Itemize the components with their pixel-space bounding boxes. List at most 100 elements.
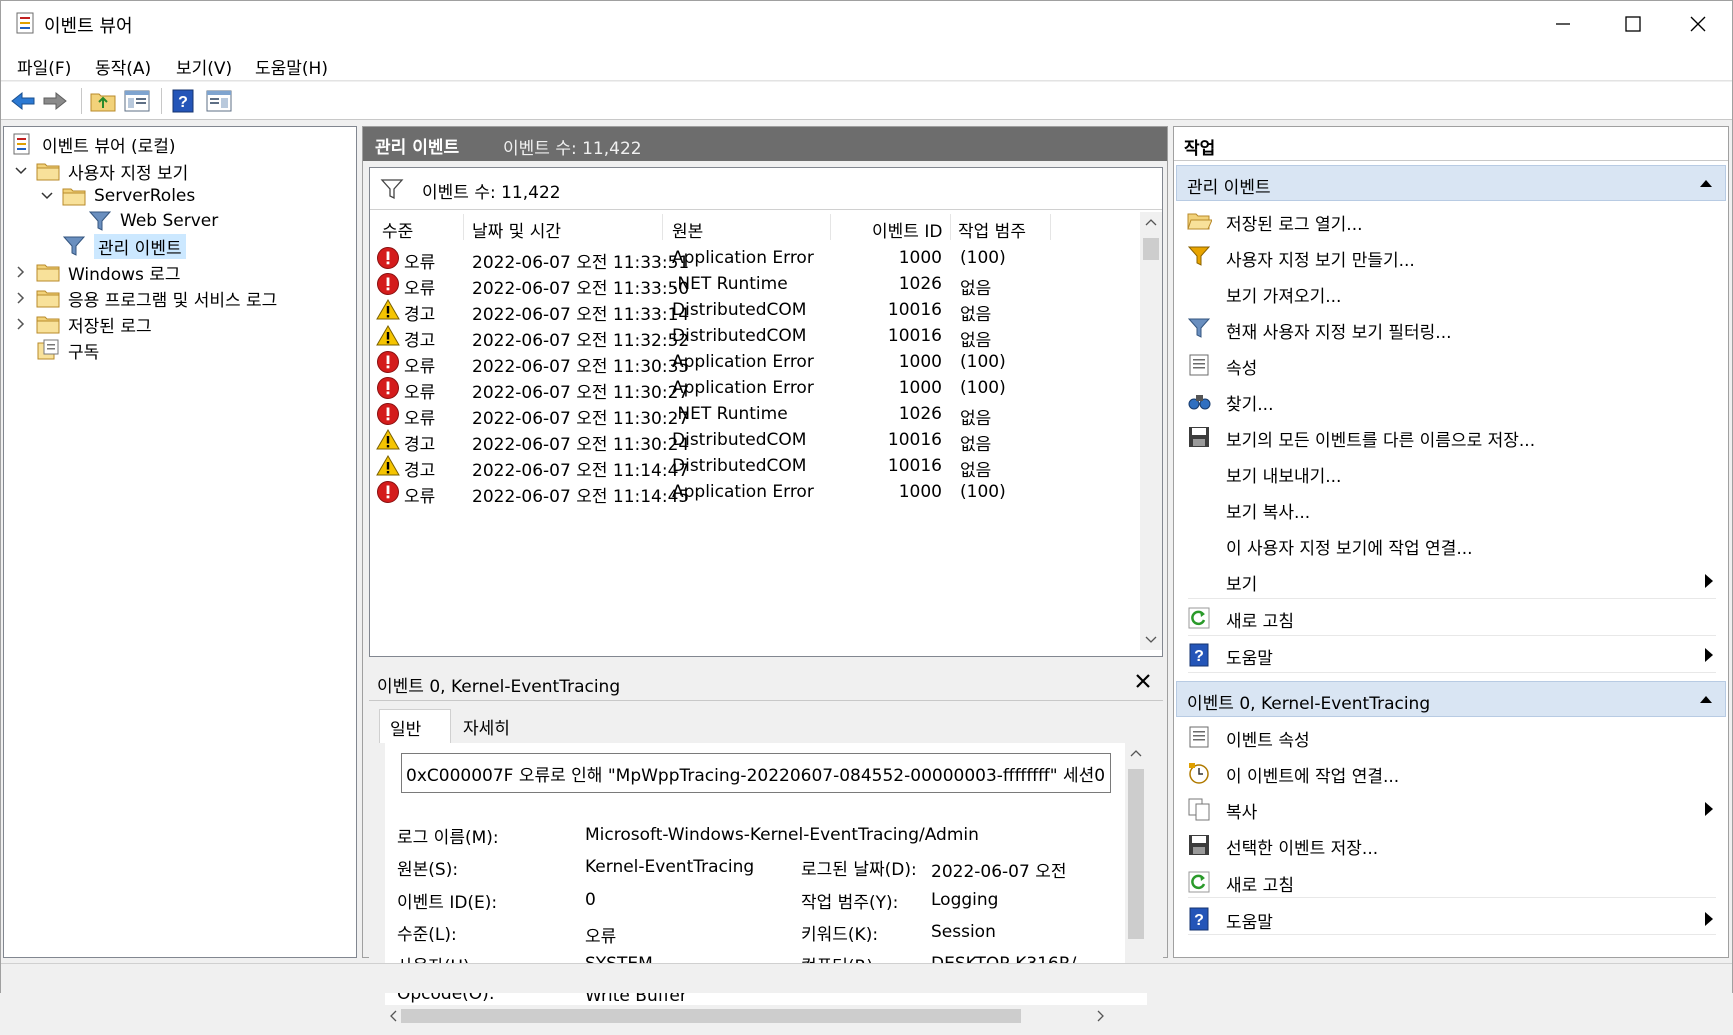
scroll-thumb[interactable] bbox=[401, 1009, 1021, 1023]
tree-item-app-logs[interactable]: 응용 프로그램 및 서비스 로그 bbox=[12, 285, 277, 311]
scroll-up-icon[interactable] bbox=[1130, 749, 1142, 757]
column-header-datetime[interactable]: 날짜 및 시간 bbox=[472, 217, 561, 242]
action-refresh-event[interactable]: 새로 고침 bbox=[1176, 864, 1726, 900]
table-row[interactable]: 오류 2022-06-07 오전 11:30:27 .NET Runtime 1026… bbox=[370, 400, 1140, 429]
event-list-vertical-scrollbar[interactable] bbox=[1140, 212, 1162, 650]
cell-event-id: 1000 bbox=[898, 482, 942, 502]
maximize-icon bbox=[1625, 16, 1641, 32]
action-label: 새로 고침 bbox=[1226, 612, 1294, 632]
table-row[interactable]: 경고 2022-06-07 오전 11:30:24 DistributedCOM 10… bbox=[370, 426, 1140, 455]
close-button[interactable] bbox=[1663, 1, 1733, 47]
table-row[interactable]: 오류 2022-06-07 오전 11:30:27 Application Erro… bbox=[370, 374, 1140, 403]
table-row[interactable]: 오류 2022-06-07 오전 11:33:50 .NET Runtime 1026… bbox=[370, 270, 1140, 299]
action-help-event[interactable]: ? 도움말 bbox=[1176, 901, 1726, 937]
action-help[interactable]: ? 도움말 bbox=[1176, 637, 1726, 673]
table-row[interactable]: 오류 2022-06-07 오전 11:14:45 Application Erro… bbox=[370, 478, 1140, 507]
cell-source: .NET Runtime bbox=[672, 404, 788, 424]
table-row[interactable]: 오류 2022-06-07 오전 11:33:51 Application Erro… bbox=[370, 244, 1140, 273]
column-header-level[interactable]: 수준 bbox=[382, 217, 413, 242]
scroll-up-icon[interactable] bbox=[1145, 218, 1157, 226]
tree-item-windows-logs[interactable]: Windows 로그 bbox=[12, 259, 181, 285]
action-copy-custom-view[interactable]: 보기 복사... bbox=[1176, 491, 1726, 527]
actions-pane: 작업 관리 이벤트 저장된 로그 열기... 사용자 지정 보기 만들기... 보기 … bbox=[1173, 126, 1729, 958]
action-export-custom-view[interactable]: 보기 내보내기... bbox=[1176, 455, 1726, 491]
tree-item-admin-events[interactable]: 관리 이벤트 bbox=[62, 233, 186, 259]
menu-help[interactable]: 도움말(H) bbox=[255, 54, 328, 79]
action-copy[interactable]: 복사 bbox=[1176, 791, 1726, 827]
warning-icon bbox=[376, 454, 400, 478]
folder-icon bbox=[36, 261, 60, 283]
tree-item-root[interactable]: 이벤트 뷰어 (로컬) bbox=[10, 131, 176, 157]
filter-icon bbox=[1187, 246, 1211, 266]
back-arrow-icon[interactable] bbox=[9, 88, 37, 114]
tab-general[interactable]: 일반 bbox=[379, 709, 451, 743]
menu-view[interactable]: 보기(V) bbox=[176, 54, 232, 79]
table-row[interactable]: 경고 2022-06-07 오전 11:32:52 DistributedCOM 10… bbox=[370, 322, 1140, 351]
error-icon bbox=[376, 272, 400, 296]
show-hide-action-pane-icon[interactable] bbox=[205, 88, 233, 114]
tab-details[interactable]: 자세히 bbox=[453, 709, 520, 743]
chevron-right-icon[interactable] bbox=[12, 263, 30, 281]
column-header-category[interactable]: 작업 범주 bbox=[958, 217, 1026, 242]
help-icon[interactable]: ? bbox=[169, 88, 197, 114]
action-filter-current-custom-view[interactable]: 현재 사용자 지정 보기 필터링... bbox=[1176, 311, 1726, 347]
scroll-down-icon[interactable] bbox=[1145, 636, 1157, 644]
action-find[interactable]: 찾기... bbox=[1176, 383, 1726, 419]
action-group-admin-events[interactable]: 관리 이벤트 bbox=[1176, 165, 1726, 201]
table-row[interactable]: 경고 2022-06-07 오전 11:33:14 DistributedCOM 10… bbox=[370, 296, 1140, 325]
forward-arrow-icon[interactable] bbox=[41, 88, 69, 114]
event-message-box[interactable]: 0xC000007F 오류로 인해 "MpWppTracing-20220607… bbox=[401, 753, 1111, 793]
maximize-button[interactable] bbox=[1598, 1, 1668, 47]
action-refresh[interactable]: 새로 고침 bbox=[1176, 600, 1726, 636]
error-icon bbox=[376, 246, 400, 270]
menu-file[interactable]: 파일(F) bbox=[17, 54, 71, 79]
action-properties[interactable]: 속성 bbox=[1176, 347, 1726, 383]
up-folder-icon[interactable] bbox=[89, 88, 117, 114]
detail-vertical-scrollbar[interactable] bbox=[1125, 743, 1147, 983]
prop-label-level: 수준(L): bbox=[397, 925, 457, 945]
action-attach-task-to-view[interactable]: 이 사용자 지정 보기에 작업 연결... bbox=[1176, 527, 1726, 563]
tree-item-web-server[interactable]: Web Server bbox=[88, 208, 218, 234]
action-label: 저장된 로그 열기... bbox=[1226, 215, 1363, 235]
chevron-down-icon[interactable] bbox=[38, 187, 56, 205]
chevron-right-icon[interactable] bbox=[12, 289, 30, 307]
filter-bar: 이벤트 수: 11,422 bbox=[370, 168, 1162, 210]
column-header-source[interactable]: 원본 bbox=[672, 217, 703, 242]
collapse-caret-icon[interactable] bbox=[1699, 694, 1713, 704]
close-icon bbox=[1690, 16, 1706, 32]
close-icon[interactable] bbox=[1135, 673, 1151, 689]
action-label: 보기 내보내기... bbox=[1226, 467, 1342, 487]
chevron-down-icon[interactable] bbox=[12, 162, 30, 180]
tree-item-subscriptions[interactable]: 구독 bbox=[36, 337, 99, 363]
action-group-selected-event[interactable]: 이벤트 0, Kernel-EventTracing bbox=[1176, 681, 1726, 717]
action-separator bbox=[1188, 897, 1716, 898]
action-open-saved-log[interactable]: 저장된 로그 열기... bbox=[1176, 203, 1726, 239]
action-attach-task-to-event[interactable]: 이 이벤트에 작업 연결... bbox=[1176, 755, 1726, 791]
action-create-custom-view[interactable]: 사용자 지정 보기 만들기... bbox=[1176, 239, 1726, 275]
tree-item-label: 이벤트 뷰어 (로컬) bbox=[42, 136, 176, 157]
action-save-all-events-as[interactable]: 보기의 모든 이벤트를 다른 이름으로 저장... bbox=[1176, 419, 1726, 455]
detail-horizontal-scrollbar[interactable] bbox=[385, 1005, 1115, 1027]
filter-icon bbox=[62, 235, 86, 257]
collapse-caret-icon[interactable] bbox=[1699, 178, 1713, 188]
action-view[interactable]: 보기 bbox=[1176, 563, 1726, 599]
filter-icon bbox=[380, 179, 404, 200]
action-event-properties[interactable]: 이벤트 속성 bbox=[1176, 719, 1726, 755]
show-hide-tree-icon[interactable] bbox=[123, 88, 151, 114]
chevron-right-icon[interactable] bbox=[12, 315, 30, 333]
action-save-selected-events[interactable]: 선택한 이벤트 저장... bbox=[1176, 827, 1726, 863]
minimize-button[interactable] bbox=[1528, 1, 1598, 47]
scroll-right-icon[interactable] bbox=[1097, 1010, 1105, 1022]
action-label: 이 이벤트에 작업 연결... bbox=[1226, 767, 1400, 787]
scroll-thumb[interactable] bbox=[1143, 238, 1159, 260]
column-header-event-id[interactable]: 이벤트 ID bbox=[872, 217, 942, 242]
tree-item-server-roles[interactable]: ServerRoles bbox=[38, 183, 195, 209]
scroll-thumb[interactable] bbox=[1128, 769, 1144, 939]
scroll-left-icon[interactable] bbox=[389, 1010, 397, 1022]
tree-item-custom-views[interactable]: 사용자 지정 보기 bbox=[12, 158, 188, 184]
tree-item-saved-logs[interactable]: 저장된 로그 bbox=[12, 311, 152, 337]
table-row[interactable]: 경고 2022-06-07 오전 11:14:47 DistributedCOM 10… bbox=[370, 452, 1140, 481]
action-import-custom-view[interactable]: 보기 가져오기... bbox=[1176, 275, 1726, 311]
menu-action[interactable]: 동작(A) bbox=[95, 54, 151, 79]
table-row[interactable]: 오류 2022-06-07 오전 11:30:35 Application Erro… bbox=[370, 348, 1140, 377]
